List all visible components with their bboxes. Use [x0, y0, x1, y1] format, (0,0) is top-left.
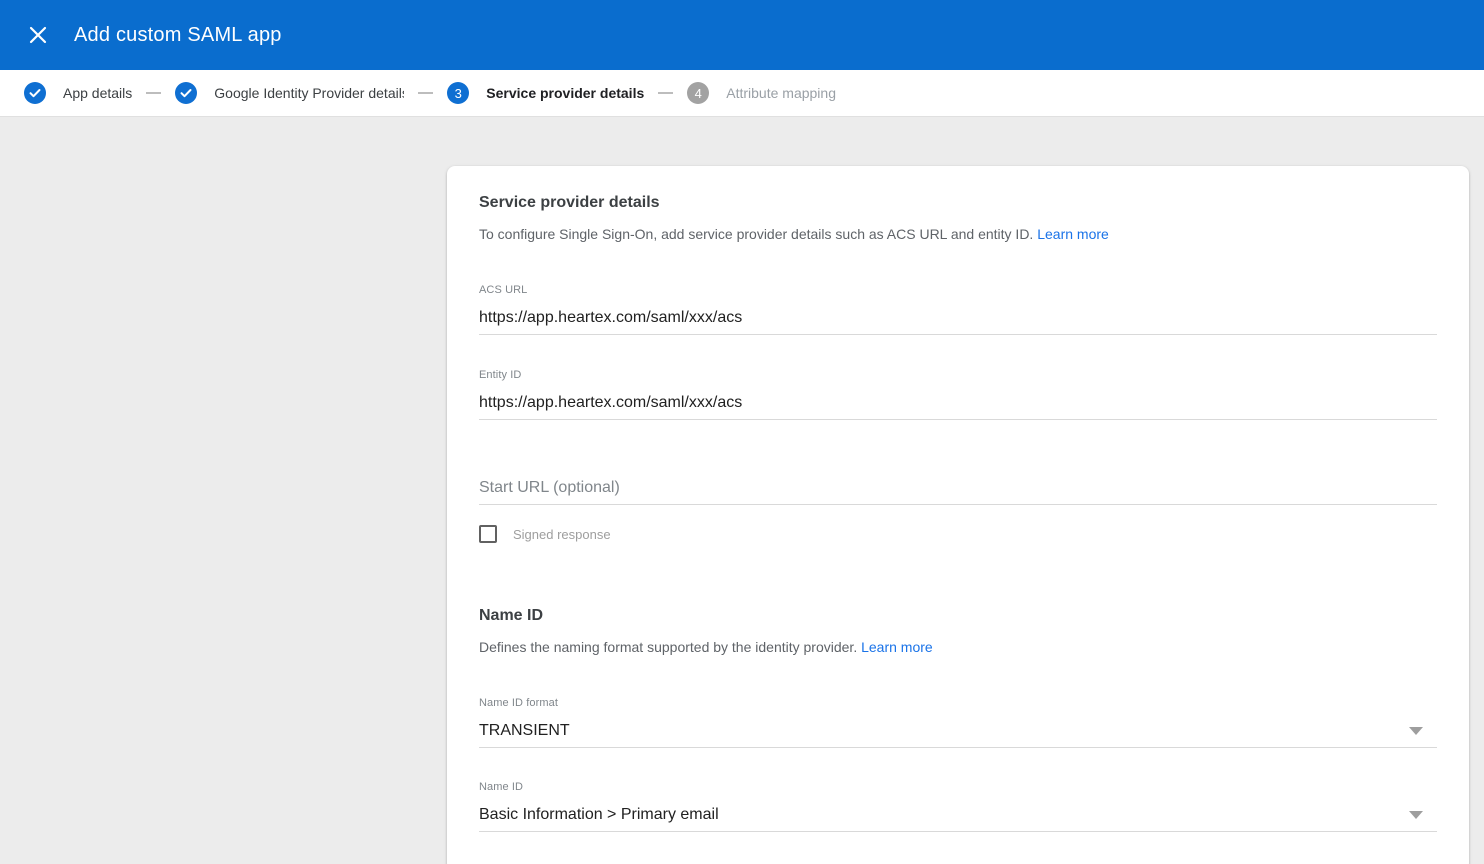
learn-more-link[interactable]: Learn more — [1037, 226, 1109, 242]
entity-id-value: https://app.heartex.com/saml/xxx/acs — [479, 393, 742, 412]
step-3-number-badge: 3 — [447, 82, 469, 104]
entity-id-label: Entity ID — [479, 369, 1437, 381]
name-id-value: Basic Information > Primary email — [479, 805, 719, 824]
name-id-value-row[interactable]: Basic Information > Primary email — [479, 805, 1437, 832]
start-url-input[interactable]: Start URL (optional) — [479, 478, 1437, 505]
name-id-format-value-row[interactable]: TRANSIENT — [479, 721, 1437, 748]
acs-url-value: https://app.heartex.com/saml/xxx/acs — [479, 308, 742, 327]
check-icon — [180, 87, 192, 99]
acs-url-input[interactable]: https://app.heartex.com/saml/xxx/acs — [479, 308, 1437, 335]
dialog-header: Add custom SAML app — [0, 0, 1484, 70]
signed-response-checkbox[interactable] — [479, 525, 497, 543]
step-connector — [146, 92, 161, 94]
step-label: Google Identity Provider details — [214, 85, 404, 101]
step-label: App details — [63, 85, 132, 101]
add-custom-saml-app-dialog: Add custom SAML app App details — [0, 0, 1484, 864]
name-id-section-description: Defines the naming format supported by t… — [479, 639, 1437, 655]
stepper: App details Google Identity Provider det… — [0, 70, 1484, 117]
name-id-format-select[interactable]: Name ID format TRANSIENT — [479, 697, 1437, 748]
step-service-provider-details[interactable]: 3 Service provider details — [447, 82, 644, 104]
step-app-details[interactable]: App details — [24, 82, 132, 104]
check-icon — [29, 87, 41, 99]
acs-url-label: ACS URL — [479, 284, 1437, 296]
step-connector — [418, 92, 433, 94]
section-title: Service provider details — [479, 194, 1437, 212]
start-url-field: Start URL (optional) — [479, 478, 1437, 505]
close-button[interactable] — [24, 21, 52, 49]
entity-id-input[interactable]: https://app.heartex.com/saml/xxx/acs — [479, 393, 1437, 420]
step-label: Attribute mapping — [726, 85, 836, 101]
step-4-number-badge: 4 — [687, 82, 709, 104]
description-text: Defines the naming format supported by t… — [479, 639, 857, 655]
step-number: 3 — [455, 87, 462, 100]
entity-id-field: Entity ID https://app.heartex.com/saml/x… — [479, 369, 1437, 420]
step-attribute-mapping[interactable]: 4 Attribute mapping — [687, 82, 836, 104]
close-icon — [29, 26, 47, 44]
description-text: To configure Single Sign-On, add service… — [479, 226, 1033, 242]
service-provider-details-card: Service provider details To configure Si… — [447, 166, 1469, 864]
step-1-complete-badge — [24, 82, 46, 104]
dropdown-arrow-icon — [1409, 727, 1423, 735]
name-id-section-title: Name ID — [479, 607, 1437, 625]
name-id-label: Name ID — [479, 781, 1437, 793]
start-url-placeholder: Start URL (optional) — [479, 478, 620, 497]
dialog-title: Add custom SAML app — [74, 24, 282, 47]
name-id-select[interactable]: Name ID Basic Information > Primary emai… — [479, 781, 1437, 832]
acs-url-field: ACS URL https://app.heartex.com/saml/xxx… — [479, 284, 1437, 335]
step-number: 4 — [695, 87, 702, 100]
step-label: Service provider details — [486, 85, 644, 101]
content-area: Service provider details To configure Si… — [0, 117, 1484, 864]
step-google-idp-details[interactable]: Google Identity Provider details — [175, 82, 404, 104]
name-id-format-value: TRANSIENT — [479, 721, 570, 740]
step-2-complete-badge — [175, 82, 197, 104]
step-connector — [658, 92, 673, 94]
name-id-format-label: Name ID format — [479, 697, 1437, 709]
signed-response-row[interactable]: Signed response — [479, 525, 1437, 543]
dropdown-arrow-icon — [1409, 811, 1423, 819]
learn-more-link[interactable]: Learn more — [861, 639, 933, 655]
signed-response-label: Signed response — [513, 527, 611, 542]
section-description: To configure Single Sign-On, add service… — [479, 226, 1437, 242]
